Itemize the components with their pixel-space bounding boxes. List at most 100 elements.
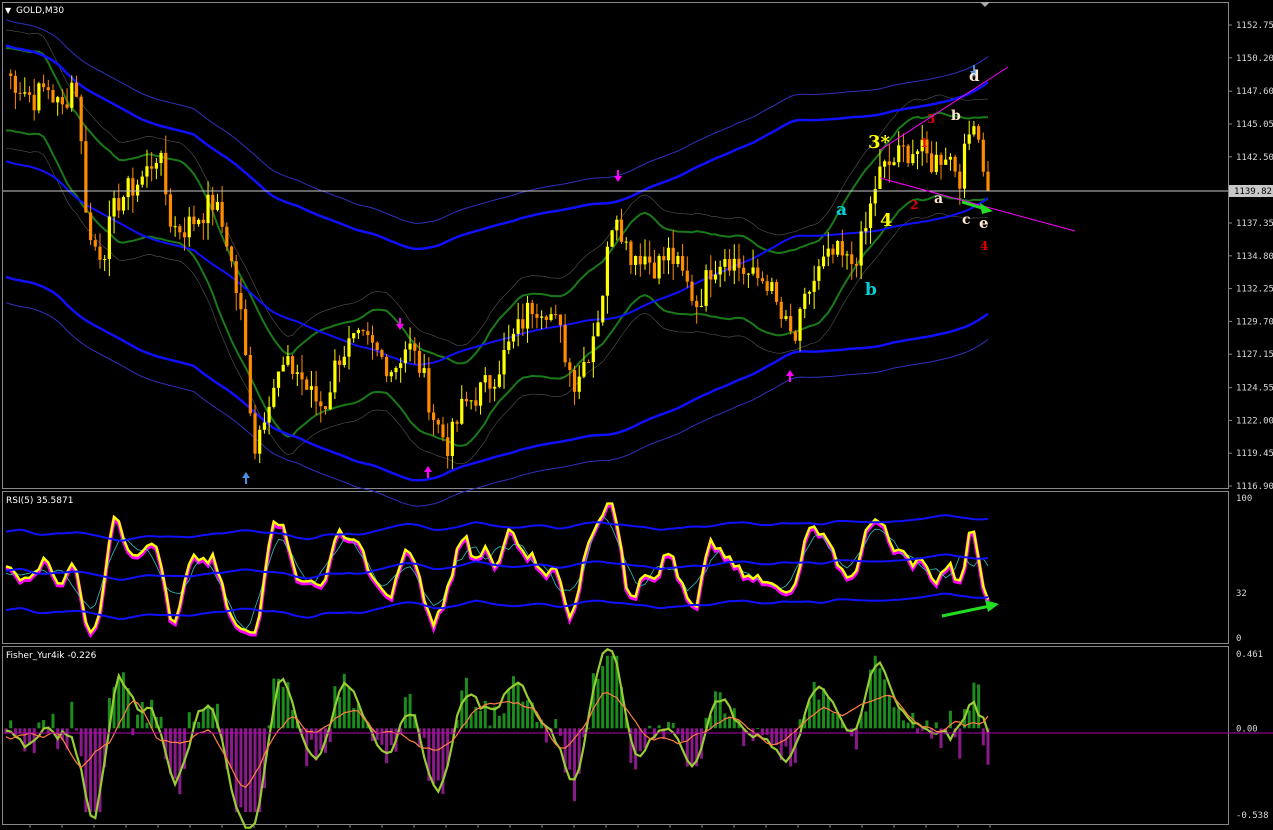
candle-body: [558, 314, 563, 326]
candle-body: [384, 356, 389, 377]
wave-label: e: [979, 214, 989, 232]
fisher-bar: [389, 728, 393, 746]
candle-body: [88, 212, 93, 241]
candle-body: [366, 331, 370, 336]
candle-body: [493, 386, 497, 389]
candle-body: [803, 293, 807, 309]
candle-body: [187, 216, 191, 238]
candle-body: [276, 371, 281, 388]
fisher-bar: [643, 728, 647, 749]
fisher-bar: [140, 701, 144, 729]
candle-body: [789, 316, 793, 332]
candle-body: [798, 308, 802, 341]
candle-body: [441, 424, 445, 438]
candle-body: [112, 198, 116, 217]
candle-body: [821, 256, 826, 267]
candle-body: [901, 145, 906, 147]
candle-body: [450, 421, 454, 457]
candle-body: [173, 226, 177, 228]
candle-body: [695, 300, 699, 308]
dropdown-triangle-icon[interactable]: ▼: [5, 6, 12, 15]
candle-body: [540, 316, 544, 318]
candle-body: [262, 422, 267, 430]
candle-body: [300, 372, 304, 380]
candle-body: [145, 166, 149, 177]
candle-body: [756, 267, 760, 279]
candle-body: [41, 83, 46, 88]
candle-body: [352, 333, 356, 339]
candle-body: [192, 216, 196, 225]
candle-body: [690, 281, 694, 301]
candle-body: [666, 247, 671, 261]
candle-body: [314, 386, 318, 402]
price-axis-label: 1132.25: [1236, 285, 1273, 295]
fisher-bar: [131, 728, 135, 736]
candle-body: [887, 161, 891, 165]
fisher-bar: [967, 710, 971, 729]
candle-body: [831, 248, 835, 255]
candle-body: [826, 248, 830, 257]
fisher-bar: [347, 687, 351, 729]
candle-body: [46, 87, 50, 91]
candle-body: [525, 302, 530, 329]
candle-body: [248, 355, 252, 414]
fisher-axis-label: -0.538: [1236, 811, 1269, 821]
candle-body: [399, 363, 403, 368]
price-axis-label: 1124.55: [1236, 384, 1273, 394]
candle-body: [577, 376, 581, 392]
candle-body: [431, 412, 436, 420]
price-axis-label: 1147.60: [1236, 87, 1273, 97]
rsi-axis-label: 0: [1236, 634, 1241, 644]
wave-label: d: [969, 67, 980, 85]
candle-body: [859, 231, 863, 266]
candle-body: [159, 152, 163, 164]
candle-body: [704, 270, 708, 306]
wave-label: a: [836, 200, 847, 220]
fisher-bar: [380, 728, 384, 745]
candle-body: [215, 202, 220, 210]
candle-body: [197, 219, 201, 225]
candle-body: [718, 266, 722, 275]
fisher-bar: [230, 728, 234, 769]
candle-body: [469, 400, 473, 402]
fisher-bar: [338, 697, 342, 729]
rsi-axis-label: 32: [1236, 589, 1247, 599]
candle-body: [676, 255, 680, 264]
price-axis-label: 1116.90: [1236, 482, 1273, 492]
candle-body: [817, 266, 821, 281]
wave-label: b: [951, 108, 961, 124]
fisher-bar: [197, 721, 201, 729]
fisher-bar: [159, 716, 163, 729]
candle-body: [229, 246, 234, 262]
candle-body: [375, 342, 379, 351]
candle-body: [948, 156, 953, 160]
wave-label: b: [865, 280, 877, 300]
current-price-label: 1139.82: [1234, 187, 1272, 197]
fisher-bar: [319, 728, 323, 750]
candle-body: [478, 382, 483, 406]
fisher-bar: [784, 728, 788, 747]
fisher-bar: [826, 697, 830, 729]
candle-body: [182, 232, 187, 238]
fisher-bar: [239, 728, 243, 808]
fisher-bar: [136, 714, 140, 729]
fisher-bar: [507, 689, 511, 729]
candle-body: [117, 198, 121, 211]
candle-body: [319, 401, 323, 407]
candle-body: [563, 325, 567, 363]
candle-body: [591, 336, 595, 363]
candle-body: [779, 301, 783, 319]
fisher-bar: [253, 728, 257, 813]
candle-body: [309, 386, 314, 390]
fisher-bar: [79, 728, 83, 757]
candle-body: [483, 375, 487, 383]
chart-window[interactable]: 1152.75 1150.20 1147.60 1145.05 1142.50 1137.…: [0, 0, 1273, 830]
candle-body: [685, 270, 689, 282]
candle-body: [549, 314, 553, 320]
candle-body: [253, 413, 257, 454]
candle-body: [460, 398, 464, 424]
candle-body: [535, 314, 539, 318]
candle-body: [897, 145, 901, 163]
fisher-bar: [554, 719, 558, 729]
candle-body: [864, 228, 868, 232]
